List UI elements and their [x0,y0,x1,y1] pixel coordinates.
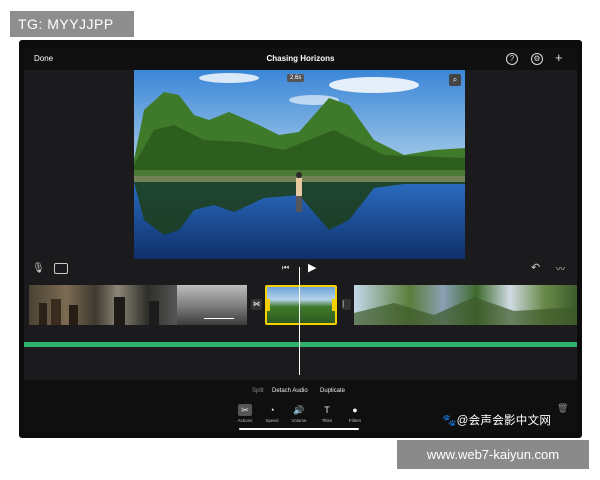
filters-icon: ● [352,405,358,415]
transition-icon[interactable]: ⋈ [251,299,262,310]
imovie-screen: Done Chasing Horizons ? ⚙ + 2.6s ⌕ 🎙 ⏮ ▶… [24,48,577,432]
playback-toolbar: 🎙 ⏮ ▶ ↶ 〰 [24,260,577,278]
help-icon[interactable]: ? [506,53,518,65]
home-indicator [239,428,359,430]
timecode-label: 2.6s [287,74,305,82]
title-t-icon: T [324,405,330,415]
clip-thumbnail-landscape [354,297,577,325]
top-bar: Done Chasing Horizons ? ⚙ + [24,48,577,70]
tool-label: Titles [321,418,333,423]
transition-icon[interactable]: ⎸ [342,299,351,310]
watermark-bottom: www.web7-kaiyun.com [397,440,589,469]
tool-label: Filters [348,418,362,423]
playhead[interactable] [299,267,300,375]
audio-track[interactable] [24,342,577,347]
tool-speed[interactable]: ◔ Speed [258,404,286,423]
tool-actions[interactable]: ✂ Actions [231,404,259,423]
landscape-frame [134,70,465,259]
timeline-clip[interactable] [29,285,177,325]
detach-audio-button[interactable]: Detach Audio [272,388,308,394]
settings-gear-icon[interactable]: ⚙ [531,53,543,65]
zoom-icon[interactable]: ⌕ [449,74,461,86]
trim-handle-left[interactable] [267,299,270,311]
duplicate-button[interactable]: Duplicate [320,388,345,394]
clip-thumbnail-people [39,297,159,325]
tool-label: Volume [291,418,307,423]
undo-icon[interactable]: ↶ [531,261,540,274]
play-icon[interactable]: ▶ [308,261,316,274]
tool-titles[interactable]: T Titles [313,404,341,423]
add-media-icon[interactable]: + [555,50,563,65]
watermark-chinese: 🐾@会声会影中文网 [442,412,551,428]
timeline-clip[interactable] [177,285,247,325]
paw-icon: 🐾 [442,415,457,427]
watermark-chinese-text: @会声会影中文网 [456,415,552,427]
tool-label: Actions [237,418,253,423]
selected-clip[interactable] [265,285,337,325]
tool-filters[interactable]: ● Filters [341,404,369,423]
trash-icon[interactable]: 🗑 [557,403,568,414]
tool-volume[interactable]: 🔊 Volume [285,404,313,423]
speaker-icon: 🔊 [293,405,305,415]
project-title: Chasing Horizons [266,54,335,63]
skip-back-icon[interactable]: ⏮ [282,263,289,273]
clip-trim-line [204,318,234,319]
video-preview: 2.6s ⌕ [134,70,465,259]
watermark-top: TG: MYYJJPP [10,11,134,37]
microphone-icon[interactable]: 🎙 [32,263,45,274]
trim-handle-right[interactable] [332,299,335,311]
scissors-icon: ✂ [238,404,252,416]
audio-waveform-icon[interactable]: 〰 [556,262,565,275]
split-button[interactable]: Split [252,388,264,394]
speedometer-icon: ◔ [269,405,275,415]
timeline-clip[interactable] [354,285,577,325]
tool-label: Speed [265,418,279,423]
camera-icon[interactable] [54,263,68,274]
